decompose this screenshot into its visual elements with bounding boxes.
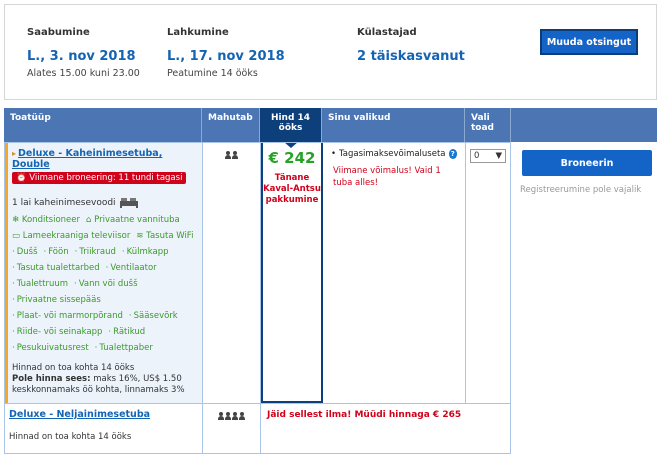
capacity-cell	[203, 143, 261, 403]
amenity-item: Tasuta tualettarbed	[12, 262, 100, 275]
checkout-block: Lahkumine L., 17. nov 2018 Peatumine 14 …	[167, 27, 285, 79]
price-excludes: Pole hinna sees: maks 16%, US$ 1.50 kesk…	[12, 374, 198, 396]
room-quantity-value: 0	[474, 151, 480, 161]
checkin-label: Saabumine	[27, 27, 90, 38]
room-name-link[interactable]: Deluxe - Kaheinimesetuba, Double	[12, 148, 162, 170]
header-choices: Sinu valikud	[322, 108, 465, 142]
rooms-table: Toatüüp Mahutab Hind 14 ööks Sinu valiku…	[4, 108, 657, 454]
checkout-label: Lahkumine	[167, 27, 229, 38]
price-note: Hinnad on toa kohta 14 ööks	[9, 432, 132, 442]
sold-out-cell: Jäid sellest ilma! Müüdi hinnaga € 265	[261, 404, 510, 454]
deal-label: Tänane Kaval-Antsu pakkumine	[263, 173, 321, 205]
person-icons	[203, 151, 260, 159]
capacity-cell	[203, 404, 261, 454]
person-icon	[239, 412, 245, 420]
bed-text: 1 lai kaheinimesevoodi	[12, 198, 116, 208]
price-cell: € 242 Tänane Kaval-Antsu pakkumine	[261, 143, 323, 403]
caret-icon: ▸	[12, 149, 17, 158]
amenity-item: Tualettpaber	[95, 342, 152, 355]
choice-text: Tagasimaksevõimaluseta	[339, 149, 446, 159]
room-price: € 242	[268, 149, 316, 167]
select-cell: 0 ▼	[466, 143, 510, 403]
header-capacity: Mahutab	[202, 108, 260, 142]
price-excludes-label: Pole hinna sees:	[12, 374, 91, 384]
shower-icon: ⌂	[86, 215, 95, 225]
choices-cell: • Tagasimaksevõimaluseta ? Viimane võima…	[323, 143, 466, 403]
amenity-item: Plaat- või marmorpõrand	[12, 310, 123, 323]
amenity-item: Külmkapp	[122, 246, 169, 259]
availability-warning: Viimane võimalus! Vaid 1 tuba alles!	[333, 166, 441, 188]
room-info-cell: ▸ Deluxe - Kaheinimesetuba, Double ⏰ Viim…	[5, 143, 203, 403]
alarm-clock-icon: ⏰	[16, 173, 30, 183]
bullet-icon: •	[331, 149, 337, 159]
urgency-text: Viimane broneering: 11 tundi tagasi	[29, 173, 183, 183]
chevron-down-icon: ▼	[495, 151, 502, 161]
amenity-item: Dušš	[12, 246, 38, 259]
person-icon	[232, 412, 238, 420]
no-registration-note: Registreerumine pole vajalik	[520, 185, 642, 195]
amenity-item: ⌂ Privaatne vannituba	[86, 215, 180, 225]
wifi-icon: ≋	[136, 231, 147, 241]
book-button[interactable]: Broneerin	[522, 150, 652, 176]
amenity-item: Rätikud	[108, 326, 145, 339]
amenity-item: Vann või dušš	[74, 278, 138, 291]
price-note: Hinnad on toa kohta 14 ööks	[12, 363, 135, 373]
amenity-item: ▭ Lameekraaniga televiisor	[12, 231, 131, 241]
choice-item: • Tagasimaksevõimaluseta ?	[331, 149, 457, 159]
table-row: Deluxe - Neljainimesetuba Hinnad on toa …	[4, 404, 511, 454]
amenity-item: Riide- või seinakapp	[12, 326, 103, 339]
guests-block: Külastajad 2 täiskasvanut	[357, 27, 465, 66]
amenity-item: Sääsevõrk	[129, 310, 178, 323]
amenity-item: Pesukuivatusrest	[12, 342, 89, 355]
guests-value: 2 täiskasvanut	[357, 49, 465, 64]
sold-out-message: Jäid sellest ilma! Müüdi hinnaga € 265	[267, 410, 462, 420]
amenity-item: ❄ Konditsioneer	[12, 215, 80, 225]
bed-icon	[119, 198, 138, 208]
tv-icon: ▭	[12, 231, 23, 241]
person-icon	[225, 412, 231, 420]
amenity-item: ≋ Tasuta WiFi	[136, 231, 194, 241]
room-quantity-select[interactable]: 0 ▼	[470, 149, 506, 163]
checkin-block: Saabumine L., 3. nov 2018 Alates 15.00 k…	[27, 27, 140, 79]
header-select: Vali toad	[465, 108, 511, 142]
amenity-item: Tualettruum	[12, 278, 68, 291]
header-price[interactable]: Hind 14 ööks	[260, 108, 322, 148]
amenity-item: Föön	[44, 246, 68, 259]
room-info-cell: Deluxe - Neljainimesetuba Hinnad on toa …	[5, 404, 203, 454]
amenity-item: Ventilaator	[106, 262, 156, 275]
person-icon	[218, 412, 224, 420]
header-room-type: Toatüüp	[4, 108, 202, 142]
checkin-note: Alates 15.00 kuni 23.00	[27, 68, 140, 79]
info-icon[interactable]: ?	[448, 149, 457, 159]
urgency-badge: ⏰ Viimane broneering: 11 tundi tagasi	[12, 172, 187, 184]
room-name-link[interactable]: Deluxe - Neljainimesetuba	[9, 409, 198, 420]
booking-panel: Broneerin Registreerumine pole vajalik	[511, 142, 657, 454]
person-icon	[225, 151, 231, 159]
amenities-list: ❄ Konditsioneer ⌂ Privaatne vannituba ▭ …	[12, 214, 198, 355]
table-row: ▸ Deluxe - Kaheinimesetuba, Double ⏰ Viim…	[4, 142, 511, 404]
checkin-date: L., 3. nov 2018	[27, 49, 136, 64]
amenity-item: Privaatne sissepääs	[12, 294, 101, 307]
amenity-item: Triikraud	[75, 246, 116, 259]
checkout-note: Peatumine 14 ööks	[167, 68, 258, 79]
snowflake-icon: ❄	[12, 215, 22, 225]
checkout-date: L., 17. nov 2018	[167, 49, 285, 64]
person-icon	[232, 151, 238, 159]
search-summary: Saabumine L., 3. nov 2018 Alates 15.00 k…	[4, 4, 657, 100]
bed-info: 1 lai kaheinimesevoodi	[12, 198, 198, 208]
person-icons	[203, 412, 260, 420]
guests-label: Külastajad	[357, 27, 417, 38]
header-action	[511, 108, 657, 142]
change-search-button[interactable]: Muuda otsingut	[540, 29, 638, 55]
